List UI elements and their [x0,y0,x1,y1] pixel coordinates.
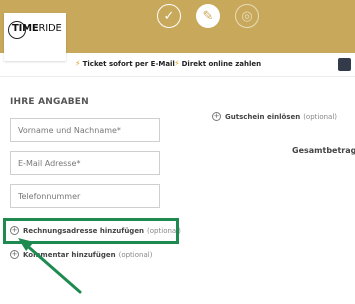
benefit-online-payment: ⚡ Direkt online zahlen [174,59,261,68]
lightning-icon: ⚡ [174,59,180,68]
plus-circle-icon: + [10,250,19,259]
email-field[interactable] [10,151,160,175]
phone-field[interactable] [10,184,160,208]
step-next-eye-icon[interactable]: ◎ [235,4,259,28]
name-field[interactable] [10,118,160,142]
step-current-edit-icon[interactable]: ✎ [196,4,220,28]
total-amount-label: Gesamtbetrag: [292,146,355,155]
section-title: IHRE ANGABEN [10,97,89,107]
comment-link-label: Kommentar hinzufügen [23,250,116,259]
logo-text: TIMERIDE [12,23,62,34]
trust-seal-icon [338,58,351,71]
benefit-label: Ticket sofort per E-Mail [82,60,175,68]
optional-label: (optional) [118,250,153,259]
benefit-label: Direkt online zahlen [181,60,262,68]
step-completed-checkmark-icon[interactable]: ✓ [157,4,181,28]
plus-circle-icon: + [212,112,221,121]
optional-label: (optional) [303,112,338,121]
redeem-voucher-link[interactable]: + Gutschein einlösen (optional) [212,112,337,121]
highlight-box [3,218,179,244]
header-divider [0,76,355,77]
benefit-email-ticket: ⚡ Ticket sofort per E-Mail [75,59,175,68]
add-comment-link[interactable]: + Kommentar hinzufügen (optional) [10,250,152,259]
lightning-icon: ⚡ [75,59,81,68]
voucher-link-label: Gutschein einlösen [225,112,301,121]
